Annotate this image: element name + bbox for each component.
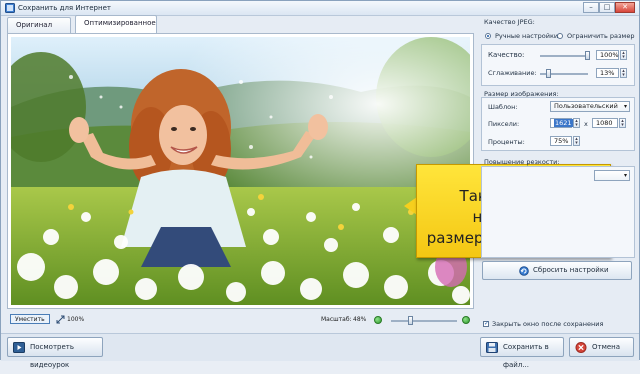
percent-label: Проценты: [488,138,525,146]
quality-slider-track[interactable] [540,55,588,57]
sharpen-heading: Повышение резкости: [484,158,560,166]
smoothing-slider-knob[interactable] [546,69,551,78]
fit-label: Уместить [15,316,45,323]
close-button[interactable]: ✕ [615,2,635,13]
settings-panel: Качество JPEG: Ручные настройки Ограничи… [477,15,637,333]
smoothing-spinner[interactable]: ▴ ▾ [620,68,627,78]
jpeg-settings-box: Качество: 100% ▴ ▾ Сглаживание: 13% ▴ ▾ [481,44,635,86]
minimize-button[interactable]: – [583,2,599,13]
dimension-separator: x [584,120,588,128]
height-spinner[interactable]: ▴ ▾ [619,118,626,128]
cancel-label: Отмена [592,343,621,351]
percent-input[interactable]: 75% [550,136,572,146]
reset-icon [519,266,529,276]
sharpen-box: ▾ [481,166,635,258]
save-to-file-button[interactable]: Сохранить в файл... [480,337,564,369]
zoom-in-icon[interactable] [462,316,470,324]
width-input[interactable]: 1621 [550,118,573,128]
save-icon [486,342,498,353]
sharpen-select[interactable]: ▾ [594,170,630,181]
title-bar: Сохранить для Интернет – □ ✕ [1,1,639,16]
close-after-save-label[interactable]: Закрыть окно после сохранения [492,320,603,328]
close-after-save-checkbox[interactable]: ✓ [483,321,489,327]
quality-spinner[interactable]: ▴ ▾ [620,50,627,60]
watch-video-button[interactable]: Посмотреть видеоурок [7,337,103,369]
scale-percent: 100% [67,316,85,323]
template-label: Шаблон: [488,103,518,111]
quality-slider-knob[interactable] [585,51,590,60]
radio-manual[interactable] [485,33,491,39]
tab-original[interactable]: Оригинал [7,17,71,33]
radio-manual-label[interactable]: Ручные настройки [495,32,558,40]
zoom-slider-track[interactable] [391,320,457,322]
save-to-file-label: Сохранить в файл... [503,343,549,369]
video-icon [13,342,25,353]
watch-video-label: Посмотреть видеоурок [30,343,74,369]
reset-settings-label: Сбросить настройки [533,266,609,274]
bottom-bar: Посмотреть видеоурок Сохранить в файл...… [1,333,639,369]
status-bar: Уместить 100% Масштаб: 48% [7,312,474,326]
image-size-box: Шаблон: Пользовательский ▾ Пиксели: 1621… [481,97,635,151]
smoothing-input[interactable]: 13% [596,68,619,78]
window-title: Сохранить для Интернет [18,4,111,12]
pixels-label: Пиксели: [488,120,520,128]
maximize-button[interactable]: □ [599,2,615,13]
quality-label: Качество: [488,51,525,59]
jpeg-quality-heading: Качество JPEG: [484,18,535,26]
save-for-web-window: Сохранить для Интернет – □ ✕ Оригинал Оп… [0,0,640,369]
cancel-button[interactable]: Отмена [569,337,634,357]
zoom-slider-knob[interactable] [408,316,413,325]
percent-spinner[interactable]: ▴ ▾ [573,136,580,146]
tab-optimized[interactable]: Оптимизированное [75,15,157,33]
smoothing-label: Сглаживание: [488,69,537,77]
photo-image [11,37,470,305]
template-select[interactable]: Пользовательский ▾ [550,101,630,112]
zoom-label: Масштаб: [321,316,352,323]
fit-button[interactable]: Уместить [10,314,50,324]
scale-icon[interactable] [56,315,65,324]
height-input[interactable]: 1080 [592,118,618,128]
preview-photo[interactable] [11,37,470,305]
chevron-down-icon: ▾ [623,103,627,110]
reset-settings-button[interactable]: Сбросить настройки [482,261,632,280]
template-select-value: Пользовательский [554,102,618,110]
width-value: 1621 [554,119,573,127]
cancel-icon [575,342,587,353]
app-icon [5,3,15,13]
preview-area [7,33,474,309]
width-spinner[interactable]: ▴ ▾ [573,118,580,128]
zoom-out-icon[interactable] [374,316,382,324]
quality-input[interactable]: 100% [596,50,619,60]
zoom-value: 48% [353,316,367,323]
radio-limit-size[interactable] [557,33,563,39]
radio-limit-label[interactable]: Ограничить размер [567,32,634,40]
chevron-down-icon: ▾ [623,172,627,179]
